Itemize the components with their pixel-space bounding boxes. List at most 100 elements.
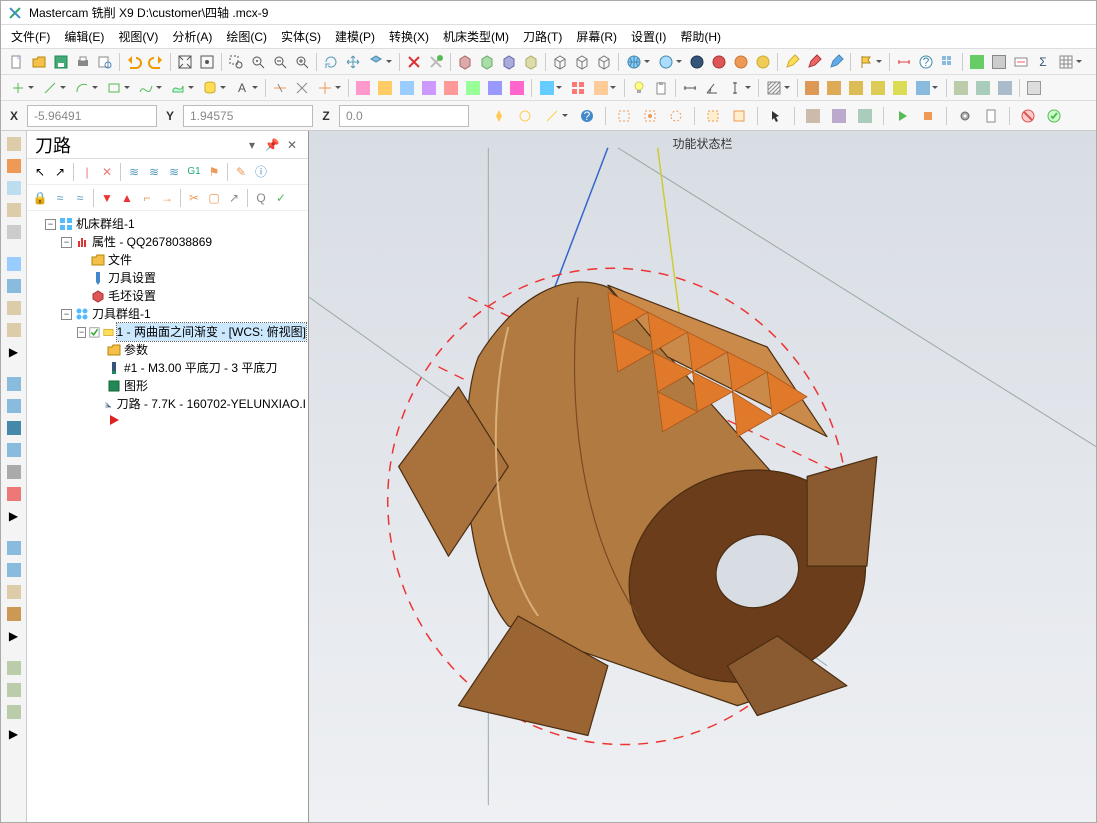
ptb-arrow3-icon[interactable]: ↗ xyxy=(225,189,243,207)
globe-dd-icon[interactable] xyxy=(623,52,653,72)
rail-chevron-right-icon[interactable]: ▶ xyxy=(5,627,23,645)
xform1-dd-icon[interactable] xyxy=(536,78,566,98)
sel1-icon[interactable] xyxy=(614,106,634,126)
ptb-wave-icon[interactable]: ≈ xyxy=(51,189,69,207)
menu-view[interactable]: 视图(V) xyxy=(118,28,158,45)
checkbox-icon[interactable] xyxy=(89,325,100,339)
solid-cube4-icon[interactable] xyxy=(521,52,541,72)
zoom-out-icon[interactable] xyxy=(270,52,290,72)
tree-file[interactable]: 文件 xyxy=(77,251,306,269)
wire-cube2-icon[interactable] xyxy=(572,52,592,72)
rail-icon[interactable] xyxy=(5,605,23,623)
wire-cube3-icon[interactable] xyxy=(594,52,614,72)
cube-c-icon[interactable] xyxy=(995,78,1015,98)
solid-cube1-icon[interactable] xyxy=(455,52,475,72)
menu-solid[interactable]: 实体(S) xyxy=(281,28,321,45)
pencil-red-icon[interactable] xyxy=(804,52,824,72)
tp5-icon[interactable] xyxy=(441,78,461,98)
panel-pin-icon[interactable]: 📌 xyxy=(264,137,280,153)
print-icon[interactable] xyxy=(73,52,93,72)
rotate-icon[interactable] xyxy=(321,52,341,72)
rect-dd-icon[interactable] xyxy=(103,78,133,98)
misc3-icon[interactable] xyxy=(1011,52,1031,72)
ptb-wave3-icon[interactable]: ≋ xyxy=(165,163,183,181)
sel5-icon[interactable] xyxy=(729,106,749,126)
solid-a-icon[interactable] xyxy=(802,78,822,98)
rail-icon[interactable] xyxy=(5,659,23,677)
wire-cube1-icon[interactable] xyxy=(550,52,570,72)
tree-path[interactable]: 刀路 - 7.7K - 160702-YELUNXIAO.I xyxy=(93,395,306,413)
zoom-in-icon[interactable] xyxy=(292,52,312,72)
surf-dd-icon[interactable] xyxy=(167,78,197,98)
misc2-icon[interactable] xyxy=(989,52,1009,72)
rail-icon[interactable] xyxy=(5,179,23,197)
run-icon[interactable] xyxy=(892,106,912,126)
menu-machine[interactable]: 机床类型(M) xyxy=(443,28,509,45)
dim-ang-icon[interactable] xyxy=(702,78,722,98)
collapse-icon[interactable]: − xyxy=(77,327,86,338)
z-input[interactable] xyxy=(339,105,469,127)
sel2-icon[interactable] xyxy=(640,106,660,126)
solid-b-icon[interactable] xyxy=(824,78,844,98)
y-input[interactable] xyxy=(183,105,313,127)
help2-icon[interactable]: ? xyxy=(577,106,597,126)
zoom-target-icon[interactable] xyxy=(248,52,268,72)
solid-d-icon[interactable] xyxy=(868,78,888,98)
tool-last-icon[interactable] xyxy=(1024,78,1044,98)
sphere-dark-icon[interactable] xyxy=(687,52,707,72)
rail-icon[interactable] xyxy=(5,441,23,459)
rail-icon[interactable] xyxy=(5,157,23,175)
grid9-icon[interactable] xyxy=(938,52,958,72)
ptb-info-icon[interactable]: ⓘ xyxy=(252,163,270,181)
ptb-check-icon[interactable]: ✓ xyxy=(272,189,290,207)
check-icon[interactable] xyxy=(1044,106,1064,126)
rail-icon[interactable] xyxy=(5,463,23,481)
operations-tree[interactable]: − 机床群组-1 − 属性 - QQ2678038869 文件 刀具设置 毛坯设… xyxy=(27,211,308,822)
xform2-dd-icon[interactable] xyxy=(590,78,620,98)
menu-edit[interactable]: 编辑(E) xyxy=(64,28,104,45)
tp2-icon[interactable] xyxy=(375,78,395,98)
dim-dd-icon[interactable] xyxy=(724,78,754,98)
arc-dd-icon[interactable] xyxy=(71,78,101,98)
rail-chevron-right-icon[interactable]: ▶ xyxy=(5,507,23,525)
fit-icon[interactable] xyxy=(175,52,195,72)
clipboard-icon[interactable] xyxy=(651,78,671,98)
help-icon[interactable]: ? xyxy=(916,52,936,72)
solid-cube3-icon[interactable] xyxy=(499,52,519,72)
ptb-corner-icon[interactable]: ⌐ xyxy=(138,189,156,207)
rail-icon[interactable] xyxy=(5,485,23,503)
open-file-icon[interactable] xyxy=(29,52,49,72)
trim1-icon[interactable] xyxy=(270,78,290,98)
ptb-lock-icon[interactable]: 🔒 xyxy=(31,189,49,207)
menu-file[interactable]: 文件(F) xyxy=(11,28,50,45)
rail-icon[interactable] xyxy=(5,397,23,415)
undelete-icon[interactable] xyxy=(426,52,446,72)
tree-tool[interactable]: #1 - M3.00 平底刀 - 3 平底刀 xyxy=(93,359,306,377)
rail-icon[interactable] xyxy=(5,703,23,721)
sphere-dd-icon[interactable] xyxy=(655,52,685,72)
sel4-icon[interactable] xyxy=(703,106,723,126)
rail-icon[interactable] xyxy=(5,681,23,699)
misc1-icon[interactable] xyxy=(967,52,987,72)
rail-icon[interactable] xyxy=(5,583,23,601)
collapse-icon[interactable]: − xyxy=(61,237,72,248)
menu-settings[interactable]: 设置(I) xyxy=(631,28,666,45)
ptb-tool2-icon[interactable]: ✕ xyxy=(98,163,116,181)
rail-icon[interactable] xyxy=(5,561,23,579)
ptb-q-icon[interactable]: Q xyxy=(252,189,270,207)
tree-op[interactable]: − 1 - 两曲面之间渐变 - [WCS: 俯视图] xyxy=(77,323,306,341)
trim-dd-icon[interactable] xyxy=(314,78,344,98)
ptb-edit-icon[interactable]: ✎ xyxy=(232,163,250,181)
rail-icon[interactable] xyxy=(5,419,23,437)
ptb-up-icon[interactable]: ▲ xyxy=(118,189,136,207)
cyl-dd-icon[interactable] xyxy=(199,78,229,98)
repaint-icon[interactable] xyxy=(197,52,217,72)
cube-z-icon[interactable] xyxy=(855,106,875,126)
point-dd-icon[interactable] xyxy=(7,78,37,98)
tp7-icon[interactable] xyxy=(485,78,505,98)
gear-icon[interactable] xyxy=(955,106,975,126)
pencil-blue-icon[interactable] xyxy=(826,52,846,72)
no-entry-icon[interactable] xyxy=(1018,106,1038,126)
menu-transform[interactable]: 转换(X) xyxy=(389,28,429,45)
ptb-scissors-icon[interactable]: ✂ xyxy=(185,189,203,207)
